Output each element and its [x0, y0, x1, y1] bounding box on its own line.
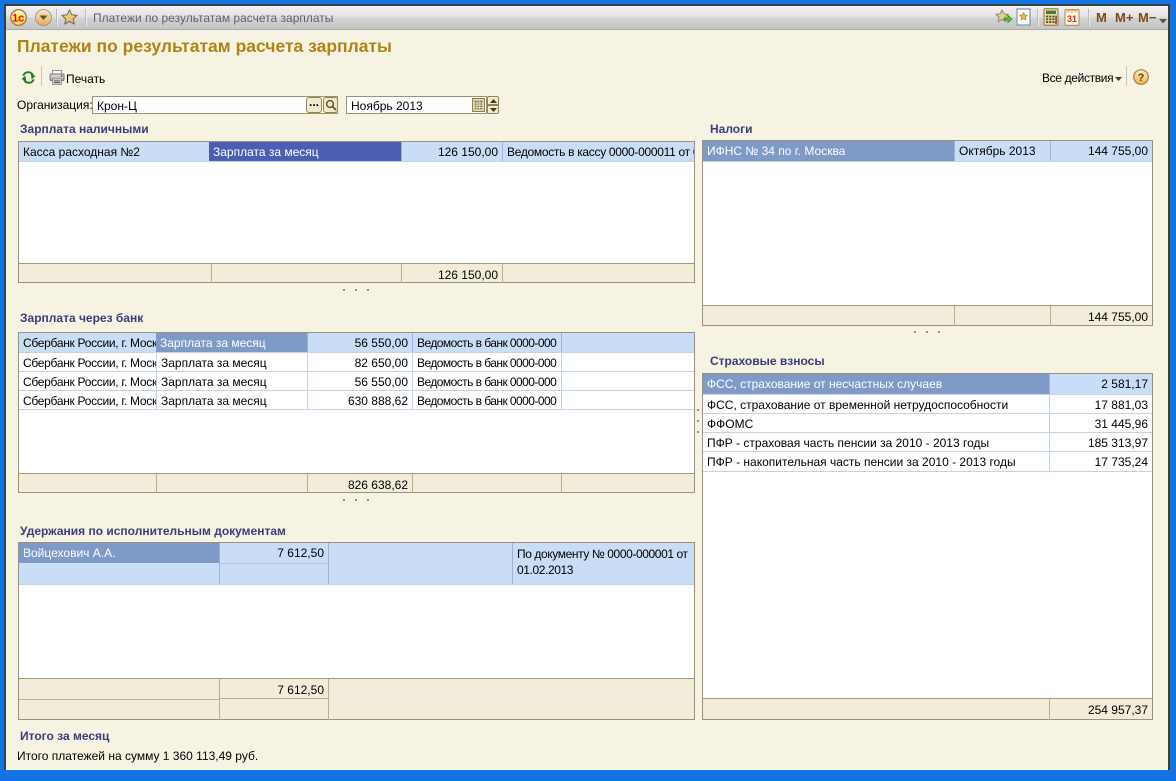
svg-text:31: 31 [1067, 14, 1077, 24]
svg-text:?: ? [1138, 72, 1145, 84]
svg-text:1с: 1с [12, 12, 24, 24]
